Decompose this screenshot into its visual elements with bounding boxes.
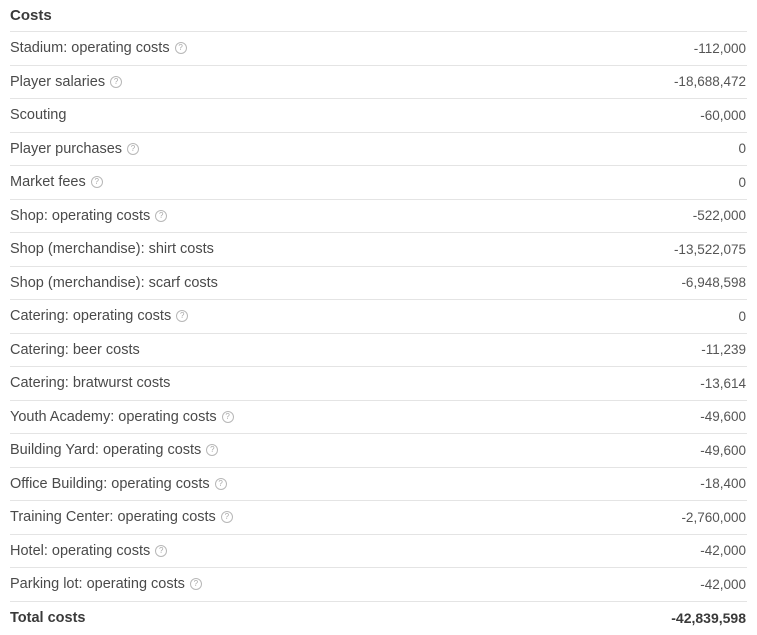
- help-icon[interactable]: ?: [155, 210, 167, 222]
- help-icon[interactable]: ?: [110, 76, 122, 88]
- help-icon[interactable]: ?: [127, 143, 139, 155]
- row-value: -42,000: [700, 543, 747, 558]
- row-label: Hotel: operating costs: [10, 543, 150, 559]
- row-label: Market fees: [10, 174, 86, 190]
- row-label: Catering: operating costs: [10, 308, 171, 324]
- help-icon[interactable]: ?: [176, 310, 188, 322]
- help-icon[interactable]: ?: [206, 444, 218, 456]
- cost-row-youth-academy: Youth Academy: operating costs ? -49,600: [10, 401, 747, 435]
- row-label: Stadium: operating costs: [10, 40, 170, 56]
- row-label: Office Building: operating costs: [10, 476, 210, 492]
- row-label: Player purchases: [10, 141, 122, 157]
- cost-row-stadium-operating: Stadium: operating costs ? -112,000: [10, 32, 747, 66]
- costs-title: Costs: [10, 7, 52, 24]
- row-label: Youth Academy: operating costs: [10, 409, 217, 425]
- cost-row-training-center: Training Center: operating costs ? -2,76…: [10, 501, 747, 535]
- row-value: -13,614: [700, 376, 747, 391]
- cost-row-shirt-costs: Shop (merchandise): shirt costs -13,522,…: [10, 233, 747, 267]
- cost-row-player-salaries: Player salaries ? -18,688,472: [10, 66, 747, 100]
- row-label: Catering: beer costs: [10, 342, 140, 358]
- cost-row-market-fees: Market fees ? 0: [10, 166, 747, 200]
- row-value: 0: [738, 309, 747, 324]
- row-value: 0: [738, 175, 747, 190]
- help-icon[interactable]: ?: [221, 511, 233, 523]
- row-value: -6,948,598: [681, 275, 747, 290]
- costs-header: Costs: [10, 0, 747, 32]
- row-value: -112,000: [694, 41, 747, 56]
- row-value: 0: [738, 141, 747, 156]
- row-value: -2,760,000: [681, 510, 747, 525]
- cost-row-parking-lot: Parking lot: operating costs ? -42,000: [10, 568, 747, 602]
- row-label: Catering: bratwurst costs: [10, 375, 170, 391]
- row-value: -11,239: [701, 342, 747, 357]
- row-value: -49,600: [700, 443, 747, 458]
- cost-row-beer-costs: Catering: beer costs -11,239: [10, 334, 747, 368]
- row-value: -13,522,075: [674, 242, 747, 257]
- row-value: -18,688,472: [674, 74, 747, 89]
- cost-row-office-building: Office Building: operating costs ? -18,4…: [10, 468, 747, 502]
- row-label: Building Yard: operating costs: [10, 442, 201, 458]
- help-icon[interactable]: ?: [215, 478, 227, 490]
- row-label: Player salaries: [10, 74, 105, 90]
- row-value: -522,000: [693, 208, 747, 223]
- cost-row-scouting: Scouting -60,000: [10, 99, 747, 133]
- row-value: -18,400: [700, 476, 747, 491]
- total-costs-row: Total costs -42,839,598: [10, 602, 747, 635]
- cost-row-hotel: Hotel: operating costs ? -42,000: [10, 535, 747, 569]
- row-label: Scouting: [10, 107, 66, 123]
- help-icon[interactable]: ?: [222, 411, 234, 423]
- row-label: Shop (merchandise): shirt costs: [10, 241, 214, 257]
- cost-row-player-purchases: Player purchases ? 0: [10, 133, 747, 167]
- costs-table: Costs Stadium: operating costs ? -112,00…: [10, 0, 747, 635]
- row-label: Parking lot: operating costs: [10, 576, 185, 592]
- help-icon[interactable]: ?: [155, 545, 167, 557]
- help-icon[interactable]: ?: [175, 42, 187, 54]
- cost-row-bratwurst-costs: Catering: bratwurst costs -13,614: [10, 367, 747, 401]
- row-value: -60,000: [700, 108, 747, 123]
- help-icon[interactable]: ?: [190, 578, 202, 590]
- cost-row-shop-operating: Shop: operating costs ? -522,000: [10, 200, 747, 234]
- cost-row-scarf-costs: Shop (merchandise): scarf costs -6,948,5…: [10, 267, 747, 301]
- help-icon[interactable]: ?: [91, 176, 103, 188]
- total-label: Total costs: [10, 610, 85, 626]
- row-label: Shop: operating costs: [10, 208, 150, 224]
- row-label: Training Center: operating costs: [10, 509, 216, 525]
- cost-row-catering-operating: Catering: operating costs ? 0: [10, 300, 747, 334]
- total-value: -42,839,598: [671, 610, 747, 626]
- row-value: -49,600: [700, 409, 747, 424]
- row-label: Shop (merchandise): scarf costs: [10, 275, 218, 291]
- cost-row-building-yard: Building Yard: operating costs ? -49,600: [10, 434, 747, 468]
- row-value: -42,000: [700, 577, 747, 592]
